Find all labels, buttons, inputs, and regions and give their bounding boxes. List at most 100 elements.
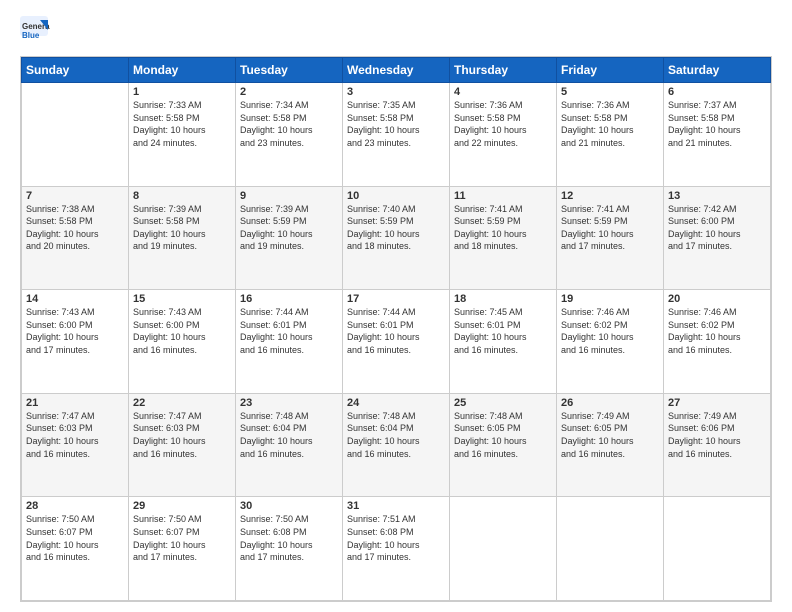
calendar-cell: 29Sunrise: 7:50 AM Sunset: 6:07 PM Dayli…	[129, 497, 236, 601]
day-number: 16	[240, 293, 338, 305]
calendar: SundayMondayTuesdayWednesdayThursdayFrid…	[20, 56, 772, 602]
calendar-cell	[557, 497, 664, 601]
calendar-cell: 21Sunrise: 7:47 AM Sunset: 6:03 PM Dayli…	[22, 393, 129, 497]
header: General Blue	[20, 16, 772, 46]
day-number: 12	[561, 190, 659, 202]
day-info: Sunrise: 7:48 AM Sunset: 6:04 PM Dayligh…	[347, 410, 445, 460]
weekday-thursday: Thursday	[450, 58, 557, 83]
calendar-table: SundayMondayTuesdayWednesdayThursdayFrid…	[21, 57, 771, 601]
calendar-cell: 1Sunrise: 7:33 AM Sunset: 5:58 PM Daylig…	[129, 83, 236, 187]
day-number: 31	[347, 500, 445, 512]
day-info: Sunrise: 7:43 AM Sunset: 6:00 PM Dayligh…	[133, 306, 231, 356]
calendar-cell	[664, 497, 771, 601]
weekday-wednesday: Wednesday	[343, 58, 450, 83]
day-number: 19	[561, 293, 659, 305]
calendar-cell: 26Sunrise: 7:49 AM Sunset: 6:05 PM Dayli…	[557, 393, 664, 497]
day-number: 6	[668, 86, 766, 98]
day-number: 21	[26, 397, 124, 409]
day-number: 1	[133, 86, 231, 98]
day-info: Sunrise: 7:35 AM Sunset: 5:58 PM Dayligh…	[347, 99, 445, 149]
weekday-friday: Friday	[557, 58, 664, 83]
day-number: 5	[561, 86, 659, 98]
logo-icon: General Blue	[20, 16, 50, 46]
day-info: Sunrise: 7:43 AM Sunset: 6:00 PM Dayligh…	[26, 306, 124, 356]
day-info: Sunrise: 7:39 AM Sunset: 5:58 PM Dayligh…	[133, 203, 231, 253]
weekday-sunday: Sunday	[22, 58, 129, 83]
day-info: Sunrise: 7:44 AM Sunset: 6:01 PM Dayligh…	[347, 306, 445, 356]
calendar-cell: 14Sunrise: 7:43 AM Sunset: 6:00 PM Dayli…	[22, 290, 129, 394]
page: General Blue SundayMondayTuesdayWednesda…	[0, 0, 792, 612]
calendar-cell: 2Sunrise: 7:34 AM Sunset: 5:58 PM Daylig…	[236, 83, 343, 187]
day-number: 24	[347, 397, 445, 409]
calendar-cell: 22Sunrise: 7:47 AM Sunset: 6:03 PM Dayli…	[129, 393, 236, 497]
day-info: Sunrise: 7:48 AM Sunset: 6:05 PM Dayligh…	[454, 410, 552, 460]
calendar-cell: 7Sunrise: 7:38 AM Sunset: 5:58 PM Daylig…	[22, 186, 129, 290]
calendar-cell: 27Sunrise: 7:49 AM Sunset: 6:06 PM Dayli…	[664, 393, 771, 497]
day-number: 23	[240, 397, 338, 409]
day-number: 17	[347, 293, 445, 305]
calendar-cell: 15Sunrise: 7:43 AM Sunset: 6:00 PM Dayli…	[129, 290, 236, 394]
day-number: 13	[668, 190, 766, 202]
calendar-cell: 13Sunrise: 7:42 AM Sunset: 6:00 PM Dayli…	[664, 186, 771, 290]
calendar-cell: 10Sunrise: 7:40 AM Sunset: 5:59 PM Dayli…	[343, 186, 450, 290]
day-info: Sunrise: 7:39 AM Sunset: 5:59 PM Dayligh…	[240, 203, 338, 253]
day-info: Sunrise: 7:41 AM Sunset: 5:59 PM Dayligh…	[454, 203, 552, 253]
day-number: 9	[240, 190, 338, 202]
day-number: 27	[668, 397, 766, 409]
calendar-cell: 24Sunrise: 7:48 AM Sunset: 6:04 PM Dayli…	[343, 393, 450, 497]
day-number: 4	[454, 86, 552, 98]
week-row-3: 14Sunrise: 7:43 AM Sunset: 6:00 PM Dayli…	[22, 290, 771, 394]
weekday-monday: Monday	[129, 58, 236, 83]
day-info: Sunrise: 7:49 AM Sunset: 6:05 PM Dayligh…	[561, 410, 659, 460]
day-number: 20	[668, 293, 766, 305]
day-info: Sunrise: 7:50 AM Sunset: 6:07 PM Dayligh…	[133, 513, 231, 563]
calendar-cell: 23Sunrise: 7:48 AM Sunset: 6:04 PM Dayli…	[236, 393, 343, 497]
week-row-5: 28Sunrise: 7:50 AM Sunset: 6:07 PM Dayli…	[22, 497, 771, 601]
week-row-4: 21Sunrise: 7:47 AM Sunset: 6:03 PM Dayli…	[22, 393, 771, 497]
week-row-2: 7Sunrise: 7:38 AM Sunset: 5:58 PM Daylig…	[22, 186, 771, 290]
week-row-1: 1Sunrise: 7:33 AM Sunset: 5:58 PM Daylig…	[22, 83, 771, 187]
day-info: Sunrise: 7:44 AM Sunset: 6:01 PM Dayligh…	[240, 306, 338, 356]
calendar-cell: 31Sunrise: 7:51 AM Sunset: 6:08 PM Dayli…	[343, 497, 450, 601]
day-number: 15	[133, 293, 231, 305]
weekday-row: SundayMondayTuesdayWednesdayThursdayFrid…	[22, 58, 771, 83]
day-number: 3	[347, 86, 445, 98]
logo: General Blue	[20, 16, 54, 46]
calendar-body: 1Sunrise: 7:33 AM Sunset: 5:58 PM Daylig…	[22, 83, 771, 601]
calendar-cell: 28Sunrise: 7:50 AM Sunset: 6:07 PM Dayli…	[22, 497, 129, 601]
day-number: 30	[240, 500, 338, 512]
day-number: 26	[561, 397, 659, 409]
calendar-cell	[450, 497, 557, 601]
day-number: 2	[240, 86, 338, 98]
calendar-cell: 11Sunrise: 7:41 AM Sunset: 5:59 PM Dayli…	[450, 186, 557, 290]
day-info: Sunrise: 7:48 AM Sunset: 6:04 PM Dayligh…	[240, 410, 338, 460]
calendar-cell: 16Sunrise: 7:44 AM Sunset: 6:01 PM Dayli…	[236, 290, 343, 394]
calendar-cell: 17Sunrise: 7:44 AM Sunset: 6:01 PM Dayli…	[343, 290, 450, 394]
weekday-tuesday: Tuesday	[236, 58, 343, 83]
day-number: 7	[26, 190, 124, 202]
calendar-header: SundayMondayTuesdayWednesdayThursdayFrid…	[22, 58, 771, 83]
day-number: 14	[26, 293, 124, 305]
day-info: Sunrise: 7:46 AM Sunset: 6:02 PM Dayligh…	[561, 306, 659, 356]
calendar-cell: 18Sunrise: 7:45 AM Sunset: 6:01 PM Dayli…	[450, 290, 557, 394]
day-info: Sunrise: 7:38 AM Sunset: 5:58 PM Dayligh…	[26, 203, 124, 253]
weekday-saturday: Saturday	[664, 58, 771, 83]
calendar-cell: 6Sunrise: 7:37 AM Sunset: 5:58 PM Daylig…	[664, 83, 771, 187]
day-info: Sunrise: 7:50 AM Sunset: 6:08 PM Dayligh…	[240, 513, 338, 563]
calendar-cell: 5Sunrise: 7:36 AM Sunset: 5:58 PM Daylig…	[557, 83, 664, 187]
day-info: Sunrise: 7:51 AM Sunset: 6:08 PM Dayligh…	[347, 513, 445, 563]
day-info: Sunrise: 7:36 AM Sunset: 5:58 PM Dayligh…	[454, 99, 552, 149]
calendar-cell: 12Sunrise: 7:41 AM Sunset: 5:59 PM Dayli…	[557, 186, 664, 290]
day-info: Sunrise: 7:42 AM Sunset: 6:00 PM Dayligh…	[668, 203, 766, 253]
day-info: Sunrise: 7:41 AM Sunset: 5:59 PM Dayligh…	[561, 203, 659, 253]
calendar-cell: 8Sunrise: 7:39 AM Sunset: 5:58 PM Daylig…	[129, 186, 236, 290]
calendar-cell	[22, 83, 129, 187]
day-number: 25	[454, 397, 552, 409]
day-info: Sunrise: 7:45 AM Sunset: 6:01 PM Dayligh…	[454, 306, 552, 356]
day-number: 28	[26, 500, 124, 512]
day-number: 22	[133, 397, 231, 409]
day-number: 10	[347, 190, 445, 202]
day-info: Sunrise: 7:50 AM Sunset: 6:07 PM Dayligh…	[26, 513, 124, 563]
day-info: Sunrise: 7:49 AM Sunset: 6:06 PM Dayligh…	[668, 410, 766, 460]
day-number: 8	[133, 190, 231, 202]
